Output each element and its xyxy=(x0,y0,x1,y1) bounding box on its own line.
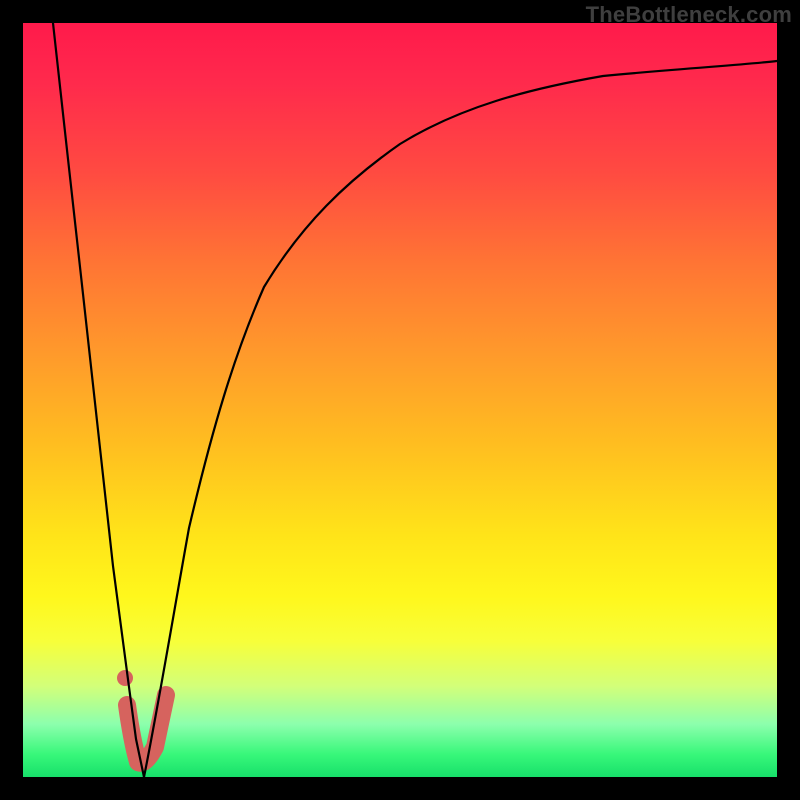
plot-svg xyxy=(23,23,777,777)
watermark-text: TheBottleneck.com xyxy=(586,2,792,28)
curve-left-branch xyxy=(53,23,144,777)
plot-area xyxy=(23,23,777,777)
curve-right-branch xyxy=(144,61,777,777)
optimal-region-marker xyxy=(127,695,166,763)
chart-container: TheBottleneck.com xyxy=(0,0,800,800)
optimal-region-dot xyxy=(117,670,133,686)
